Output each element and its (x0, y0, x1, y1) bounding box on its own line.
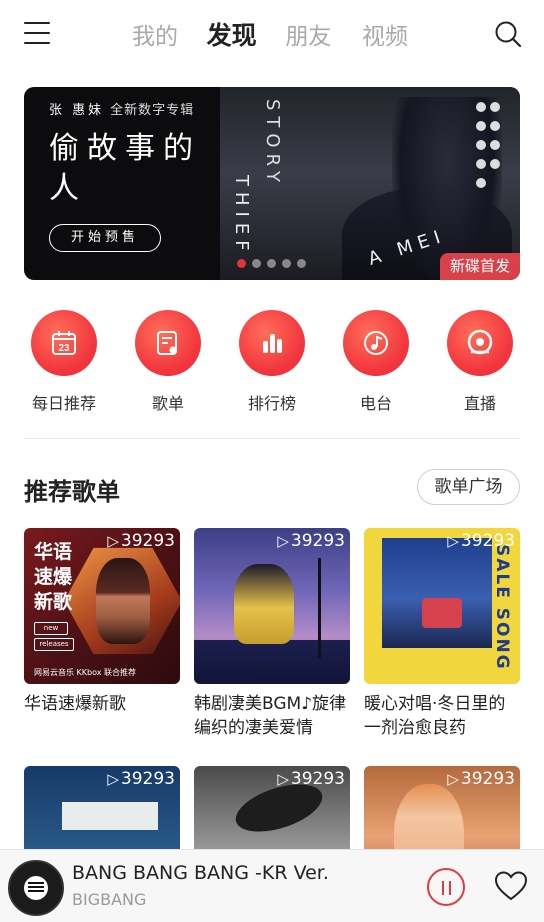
banner-carousel[interactable]: 张 惠妹 全新数字专辑 偷故事的人 开始预售 STORY THIEF A MEI … (24, 87, 520, 280)
playlist-card[interactable]: 39293 韩剧凄美BGM♪旋律编织的凄美爱情 (194, 528, 350, 740)
play-count: 39293 (277, 531, 345, 551)
playlist-cover: SALE SONG 39293 (364, 528, 520, 684)
carousel-dot[interactable] (237, 259, 246, 268)
cover-footer: 网易云音乐 KKbox 联合推荐 (34, 668, 137, 677)
mini-player[interactable]: BANG BANG BANG -KR Ver. BIGBANG (0, 849, 544, 922)
cover-text: 华语速爆新歌 (34, 541, 73, 613)
shortcut-radio[interactable]: 电台 (331, 310, 421, 414)
shortcut-live[interactable]: 直播 (435, 310, 525, 414)
banner-thief-text: THIEF (231, 175, 252, 257)
playlist-card[interactable]: 华语速爆新歌 new releases 网易云音乐 KKbox 联合推荐 392… (24, 528, 180, 716)
cover-portrait (96, 558, 150, 644)
play-count: 39293 (107, 769, 175, 789)
tab-discover[interactable]: 发现 (197, 16, 267, 52)
play-count: 39293 (107, 531, 175, 551)
new-release-badge: 新碟首发 (440, 253, 520, 280)
cover-scene (382, 538, 492, 648)
cover-couple (234, 564, 294, 644)
carousel-indicators (237, 259, 306, 268)
pause-icon[interactable] (427, 868, 465, 906)
shortcut-row: 23 每日推荐 歌单 排行榜 电台 直播 (0, 310, 544, 413)
radio-icon (343, 310, 409, 376)
carousel-dot[interactable] (252, 259, 261, 268)
live-icon (447, 310, 513, 376)
carousel-dot[interactable] (267, 259, 276, 268)
presale-button[interactable]: 开始预售 (49, 224, 161, 252)
playlist-square-button[interactable]: 歌单广场 (417, 469, 520, 505)
calendar-icon: 23 (31, 310, 97, 376)
banner-story-text: STORY (262, 99, 283, 188)
chart-bars-icon (239, 310, 305, 376)
cover-pill: releases (34, 638, 74, 651)
menu-icon[interactable] (24, 22, 50, 46)
banner-title: 偷故事的人 (49, 131, 201, 206)
album-disc[interactable] (8, 860, 64, 916)
shortcut-label: 每日推荐 (31, 394, 96, 413)
play-count: 39293 (277, 769, 345, 789)
cover-chair (422, 598, 462, 628)
cover-board (62, 802, 158, 830)
shortcut-label: 直播 (463, 394, 496, 413)
play-count: 39293 (447, 531, 515, 551)
nav-tabs: 我的 发现 朋友 视频 (120, 14, 420, 54)
playlist-cover: 39293 (194, 528, 350, 684)
shortcut-label: 歌单 (151, 394, 184, 413)
section-title: 推荐歌单 (24, 478, 120, 506)
tab-video[interactable]: 视频 (350, 17, 420, 51)
cover-lamp (318, 558, 321, 658)
banner-decoration (474, 99, 514, 188)
shortcut-label: 排行榜 (247, 394, 296, 413)
shortcut-daily[interactable]: 23 每日推荐 (19, 310, 109, 414)
playlist-name: 暖心对唱·冬日里的一剂治愈良药 (364, 694, 506, 738)
playlist-card[interactable]: SALE SONG 39293 暖心对唱·冬日里的一剂治愈良药 (364, 528, 520, 740)
carousel-dot[interactable] (297, 259, 306, 268)
cover-pill: new (34, 622, 68, 635)
shortcut-charts[interactable]: 排行榜 (227, 310, 317, 414)
tab-friends[interactable]: 朋友 (273, 17, 343, 51)
song-artist: BIGBANG (72, 890, 147, 909)
shortcut-label: 电台 (359, 394, 392, 413)
divider (24, 438, 520, 439)
playlist-cover: 华语速爆新歌 new releases 网易云音乐 KKbox 联合推荐 392… (24, 528, 180, 684)
song-title: BANG BANG BANG -KR Ver. (72, 862, 329, 884)
banner-artist-name: 张 惠妹 (49, 103, 105, 118)
tab-mine[interactable]: 我的 (120, 17, 190, 51)
playlist-icon (135, 310, 201, 376)
top-nav: 我的 发现 朋友 视频 (0, 0, 544, 70)
cover-city (194, 640, 350, 684)
banner-artist: 张 惠妹 全新数字专辑 (49, 99, 194, 118)
calendar-day: 23 (58, 343, 70, 354)
cover-text: SALE SONG (492, 544, 512, 671)
heart-icon[interactable] (494, 870, 528, 902)
playlist-name: 韩剧凄美BGM♪旋律编织的凄美爱情 (194, 694, 347, 738)
play-count: 39293 (447, 769, 515, 789)
shortcut-playlist[interactable]: 歌单 (123, 310, 213, 414)
carousel-dot[interactable] (282, 259, 291, 268)
banner-subtitle: 全新数字专辑 (110, 103, 195, 118)
search-icon[interactable] (494, 20, 522, 48)
playlist-name: 华语速爆新歌 (24, 694, 126, 714)
